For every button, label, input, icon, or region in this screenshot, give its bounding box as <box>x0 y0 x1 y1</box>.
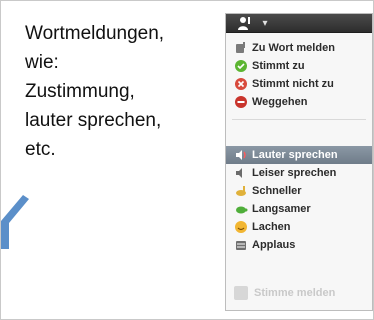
menu-item-label: Applaus <box>252 239 296 251</box>
speaker-quiet-icon <box>234 166 248 180</box>
menu-separator <box>232 119 366 120</box>
menu-item-label: Lauter sprechen <box>252 149 338 161</box>
menu-item-langsamer[interactable]: Langsamer <box>226 200 372 218</box>
menu-item-applaus[interactable]: Applaus <box>226 236 372 254</box>
screenshot-frame: Wortmeldungen, wie: Zustimmung, lauter s… <box>0 0 374 320</box>
menu-item-schneller[interactable]: Schneller <box>226 182 372 200</box>
caption-line-2: wie: <box>25 52 59 73</box>
menu-gap <box>226 130 372 146</box>
chevron-down-icon: ▾ <box>262 17 268 29</box>
menu-item-leiser-sprechen[interactable]: Leiser sprechen <box>226 164 372 182</box>
user-status-button[interactable] <box>232 15 254 31</box>
turtle-icon <box>234 202 248 216</box>
blue-arrow-icon <box>1 195 29 249</box>
laugh-icon <box>234 220 248 234</box>
secondary-status-list: Lauter sprechen Leiser sprechen Schnelle… <box>226 146 372 254</box>
raise-hand-icon <box>234 41 248 55</box>
menu-item-label: Stimmt nicht zu <box>252 78 334 90</box>
menu-item-label: Stimmt zu <box>252 60 305 72</box>
caption-line-1: Wortmeldungen, <box>25 23 165 44</box>
applause-icon <box>234 238 248 252</box>
menu-header: ▾ <box>226 14 372 33</box>
minus-circle-icon <box>234 95 248 109</box>
x-circle-icon <box>234 77 248 91</box>
caption-line-3: Zustimmung, <box>25 81 135 102</box>
menu-item-lachen[interactable]: Lachen <box>226 218 372 236</box>
caption-text: Wortmeldungen, wie: Zustimmung, lauter s… <box>25 19 205 164</box>
primary-status-list: Zu Wort melden Stimmt zu Stimmt nicht zu… <box>226 33 372 111</box>
hare-icon <box>234 184 248 198</box>
menu-item-zu-wort-melden[interactable]: Zu Wort melden <box>226 39 372 57</box>
menu-item-weggehen[interactable]: Weggehen <box>226 93 372 111</box>
status-menu: ▾ Zu Wort melden Stimmt zu Stimmt nicht … <box>225 13 373 311</box>
user-raise-hand-icon <box>238 17 250 30</box>
menu-item-stimmt-nicht-zu[interactable]: Stimmt nicht zu <box>226 75 372 93</box>
disabled-item-icon <box>234 286 248 300</box>
menu-item-label: Leiser sprechen <box>252 167 337 179</box>
menu-item-label: Schneller <box>252 185 302 197</box>
speaker-loud-icon <box>234 148 248 162</box>
menu-item-label: Stimme melden <box>254 287 336 299</box>
menu-item-label: Zu Wort melden <box>252 42 335 54</box>
menu-item-lauter-sprechen[interactable]: Lauter sprechen <box>226 146 372 164</box>
check-circle-icon <box>234 59 248 73</box>
menu-item-disabled: Stimme melden <box>234 286 335 300</box>
caption-line-4: lauter sprechen, <box>25 110 162 131</box>
dropdown-button[interactable]: ▾ <box>254 15 276 31</box>
caption-line-5: etc. <box>25 139 56 160</box>
menu-item-label: Langsamer <box>252 203 311 215</box>
menu-item-label: Lachen <box>252 221 291 233</box>
menu-item-stimmt-zu[interactable]: Stimmt zu <box>226 57 372 75</box>
menu-item-label: Weggehen <box>252 96 308 108</box>
